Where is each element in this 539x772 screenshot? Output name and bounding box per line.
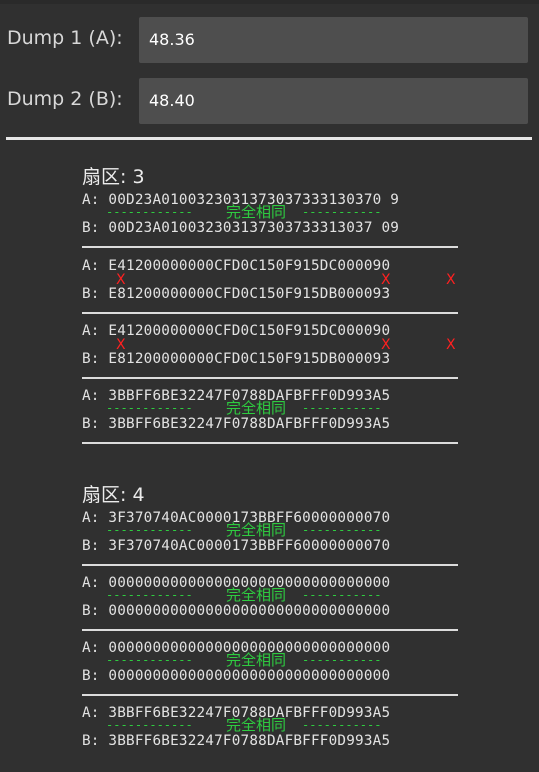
same-indicator: ------------ 完全相同 ----------- — [106, 651, 456, 669]
dashes-right: ----------- — [302, 588, 382, 602]
mismatch-mark: X — [446, 337, 456, 353]
block-compare: A: E41200000000CFD0C150F915DC000090 X X … — [82, 323, 458, 387]
same-text: 完全相同 — [226, 399, 287, 417]
line-a: A: E41200000000CFD0C150F915DC000090 — [82, 323, 391, 339]
dump2-input[interactable]: 48.40 — [139, 78, 528, 124]
block-separator — [82, 694, 458, 696]
line-b: B: 00000000000000000000000000000000 — [82, 603, 391, 619]
same-text: 完全相同 — [226, 651, 287, 669]
dump1-label: Dump 1 (A): — [7, 27, 123, 49]
line-b: B: 00D23A010032303137303733313037 09 — [82, 220, 400, 236]
line-b: B: 00000000000000000000000000000000 — [82, 668, 391, 684]
same-indicator: ------------ 完全相同 ----------- — [106, 203, 456, 221]
dashes-left: ------------ — [106, 718, 193, 732]
block-separator — [82, 312, 458, 314]
dump2-row: Dump 2 (B): 48.40 — [0, 78, 539, 124]
block-compare: A: 3BBFF6BE32247F0788DAFBFFF0D993A5 ----… — [82, 705, 458, 769]
line-b: B: E81200000000CFD0C150F915DB000093 — [82, 286, 391, 302]
dashes-left: ------------ — [106, 588, 193, 602]
line-b: B: 3BBFF6BE32247F0788DAFBFFF0D993A5 — [82, 416, 391, 432]
dump2-label: Dump 2 (B): — [7, 88, 123, 110]
same-indicator: ------------ 完全相同 ----------- — [106, 716, 456, 734]
block-separator — [82, 629, 458, 631]
top-bar — [0, 0, 539, 4]
line-a: A: E41200000000CFD0C150F915DC000090 — [82, 258, 391, 274]
same-indicator: ------------ 完全相同 ----------- — [106, 586, 456, 604]
dashes-left: ------------ — [106, 523, 193, 537]
block-separator — [82, 246, 458, 248]
dashes-right: ----------- — [302, 523, 382, 537]
block-compare: A: 00D23A0100323031373037333130370 9 ---… — [82, 192, 458, 256]
line-b: B: E81200000000CFD0C150F915DB000093 — [82, 351, 391, 367]
same-text: 完全相同 — [226, 716, 287, 734]
dump1-row: Dump 1 (A): 48.36 — [0, 17, 539, 63]
same-text: 完全相同 — [226, 203, 287, 221]
dashes-right: ----------- — [302, 205, 382, 219]
mismatch-mark: X — [446, 272, 456, 288]
block-separator — [82, 442, 458, 444]
same-text: 完全相同 — [226, 521, 287, 539]
dashes-left: ------------ — [106, 205, 193, 219]
sector-title: 扇区: 3 — [82, 166, 145, 188]
block-compare: A: 3F370740AC0000173BBFF60000000070 ----… — [82, 510, 458, 574]
dashes-right: ----------- — [302, 718, 382, 732]
same-text: 完全相同 — [226, 586, 287, 604]
dashes-right: ----------- — [302, 653, 382, 667]
block-compare: A: E41200000000CFD0C150F915DC000090 X X … — [82, 258, 458, 322]
dashes-right: ----------- — [302, 401, 382, 415]
block-compare: A: 3BBFF6BE32247F0788DAFBFFF0D993A5 ----… — [82, 388, 458, 452]
same-indicator: ------------ 完全相同 ----------- — [106, 521, 456, 539]
dump1-input[interactable]: 48.36 — [139, 17, 528, 63]
block-compare: A: 00000000000000000000000000000000 ----… — [82, 575, 458, 639]
block-separator — [82, 377, 458, 379]
same-indicator: ------------ 完全相同 ----------- — [106, 399, 456, 417]
dashes-left: ------------ — [106, 401, 193, 415]
line-b: B: 3F370740AC0000173BBFF60000000070 — [82, 538, 391, 554]
line-b: B: 3BBFF6BE32247F0788DAFBFFF0D993A5 — [82, 733, 391, 749]
dashes-left: ------------ — [106, 653, 193, 667]
block-compare: A: 00000000000000000000000000000000 ----… — [82, 640, 458, 704]
block-separator — [82, 564, 458, 566]
header-divider — [6, 137, 532, 140]
sector-title: 扇区: 4 — [82, 484, 145, 506]
